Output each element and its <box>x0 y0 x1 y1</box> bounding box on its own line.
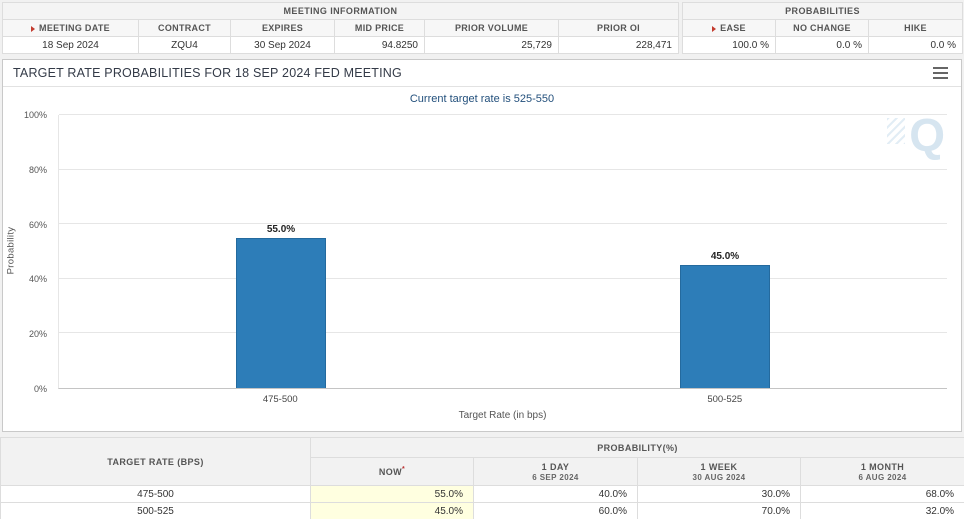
plot-area: 55.0% 45.0% <box>58 115 947 389</box>
col-header-date: 6 AUG 2024 <box>801 473 964 482</box>
col-header-1month[interactable]: 1 MONTH 6 AUG 2024 <box>801 458 964 486</box>
chart-title: TARGET RATE PROBABILITIES FOR 18 SEP 202… <box>13 66 402 80</box>
col-header-label: EXPIRES <box>262 23 303 33</box>
ease-value: 100.0 % <box>683 37 776 54</box>
probability-history-table: TARGET RATE (BPS) PROBABILITY(%) NOW* 1 … <box>0 437 964 519</box>
mid-price-value: 94.8250 <box>335 37 425 54</box>
bar-value-label: 45.0% <box>681 251 769 262</box>
probabilities-table: PROBABILITIES EASE NO CHANGE HIKE 100.0 … <box>682 2 963 54</box>
now-prob-cell: 55.0% <box>311 486 474 503</box>
sort-icon <box>712 26 716 32</box>
col-header-date: 30 AUG 2024 <box>638 473 800 482</box>
x-tick-label: 475-500 <box>235 394 325 405</box>
bar-value-label: 55.0% <box>237 224 325 235</box>
col-header-label: 1 WEEK <box>701 462 738 472</box>
now-note: * <box>402 466 405 473</box>
month-prob-cell: 68.0% <box>801 486 964 503</box>
bar-500-525[interactable]: 45.0% <box>680 265 770 388</box>
week-prob-cell: 70.0% <box>638 503 801 519</box>
col-header-1week[interactable]: 1 WEEK 30 AUG 2024 <box>638 458 801 486</box>
col-header-meeting-date[interactable]: MEETING DATE <box>3 20 139 37</box>
gridline <box>59 114 947 115</box>
col-header-label: MEETING DATE <box>39 23 110 33</box>
col-header-expires[interactable]: EXPIRES <box>231 20 335 37</box>
meeting-date-value: 18 Sep 2024 <box>3 37 139 54</box>
y-tick-label: 20% <box>3 329 47 339</box>
day-prob-cell: 60.0% <box>474 503 638 519</box>
col-header-ease[interactable]: EASE <box>683 20 776 37</box>
col-header-label: NO CHANGE <box>793 23 851 33</box>
no-change-value: 0.0 % <box>776 37 869 54</box>
table-row: 475-500 55.0% 40.0% 30.0% 68.0% <box>1 486 964 503</box>
y-tick-label: 60% <box>3 220 47 230</box>
target-rate-header-label: TARGET RATE (BPS) <box>107 457 203 467</box>
expires-value: 30 Sep 2024 <box>231 37 335 54</box>
meeting-info-title-text: MEETING INFORMATION <box>284 6 398 16</box>
hike-value: 0.0 % <box>869 37 963 54</box>
y-tick-label: 80% <box>3 165 47 175</box>
chart-subtitle: Current target rate is 525-550 <box>3 93 961 105</box>
gridline <box>59 169 947 170</box>
col-header-date: 6 SEP 2024 <box>474 473 637 482</box>
x-tick-label: 500-525 <box>680 394 770 405</box>
col-header-no-change[interactable]: NO CHANGE <box>776 20 869 37</box>
week-prob-cell: 30.0% <box>638 486 801 503</box>
sort-icon <box>31 26 35 32</box>
gridline <box>59 278 947 279</box>
x-axis-ticks: 475-500 500-525 <box>58 394 947 406</box>
col-header-label: EASE <box>720 23 746 33</box>
col-header-label: MID PRICE <box>355 23 404 33</box>
gridline <box>59 332 947 333</box>
table-row: 500-525 45.0% 60.0% 70.0% 32.0% <box>1 503 964 519</box>
col-header-mid-price[interactable]: MID PRICE <box>335 20 425 37</box>
col-header-contract[interactable]: CONTRACT <box>139 20 231 37</box>
col-header-1day[interactable]: 1 DAY 6 SEP 2024 <box>474 458 638 486</box>
probabilities-title-text: PROBABILITIES <box>785 6 860 16</box>
col-header-label: HIKE <box>904 23 927 33</box>
y-tick-label: 0% <box>3 384 47 394</box>
bar-475-500[interactable]: 55.0% <box>236 238 326 388</box>
col-header-label: 1 DAY <box>542 462 570 472</box>
col-header-now[interactable]: NOW* <box>311 458 474 486</box>
month-prob-cell: 32.0% <box>801 503 964 519</box>
meeting-info-table: MEETING INFORMATION MEETING DATE CONTRAC… <box>2 2 679 54</box>
chart-menu-icon[interactable] <box>930 64 951 82</box>
prior-oi-value: 228,471 <box>559 37 679 54</box>
prior-volume-value: 25,729 <box>425 37 559 54</box>
y-axis-ticks: 0%20%40%60%80%100% <box>3 115 53 389</box>
probability-group-label: PROBABILITY(%) <box>597 443 678 453</box>
gridline <box>59 223 947 224</box>
x-axis-label: Target Rate (in bps) <box>58 410 947 421</box>
col-header-label: CONTRACT <box>158 23 211 33</box>
chart-title-bar: TARGET RATE PROBABILITIES FOR 18 SEP 202… <box>3 60 961 87</box>
contract-value: ZQU4 <box>139 37 231 54</box>
meeting-info-title: MEETING INFORMATION <box>3 3 679 20</box>
probabilities-title: PROBABILITIES <box>683 3 963 20</box>
col-header-label: NOW <box>379 467 402 477</box>
col-header-label: PRIOR VOLUME <box>455 23 528 33</box>
y-tick-label: 40% <box>3 274 47 284</box>
y-tick-label: 100% <box>3 110 47 120</box>
quikstrike-watermark-icon: Q <box>909 108 945 162</box>
probability-group-header: PROBABILITY(%) <box>311 438 964 458</box>
target-rate-header[interactable]: TARGET RATE (BPS) <box>1 438 311 486</box>
col-header-hike[interactable]: HIKE <box>869 20 963 37</box>
col-header-label: 1 MONTH <box>861 462 904 472</box>
day-prob-cell: 40.0% <box>474 486 638 503</box>
col-header-prior-volume[interactable]: PRIOR VOLUME <box>425 20 559 37</box>
target-rate-cell: 475-500 <box>1 486 311 503</box>
chart-panel: TARGET RATE PROBABILITIES FOR 18 SEP 202… <box>2 59 962 432</box>
fedwatch-page: { "meeting_info": { "title": "MEETING IN… <box>0 0 964 519</box>
col-header-label: PRIOR OI <box>597 23 640 33</box>
col-header-prior-oi[interactable]: PRIOR OI <box>559 20 679 37</box>
target-rate-cell: 500-525 <box>1 503 311 519</box>
now-prob-cell: 45.0% <box>311 503 474 519</box>
